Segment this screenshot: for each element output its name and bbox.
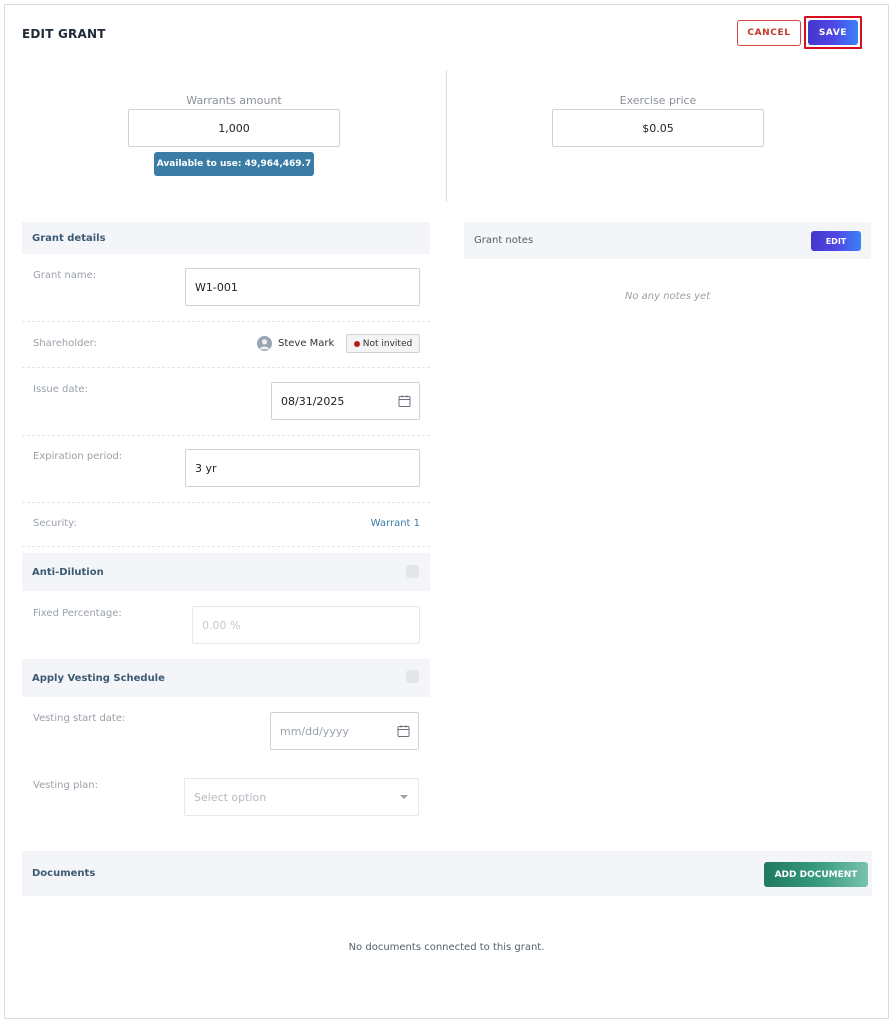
grant-details-header: Grant details (22, 222, 430, 254)
save-button[interactable]: SAVE (808, 20, 858, 45)
edit-notes-button[interactable]: EDIT (811, 231, 861, 251)
status-badge: Not invited (346, 334, 420, 353)
anti-dilution-header: Anti-Dilution (22, 553, 430, 591)
avatar (257, 336, 272, 351)
exercise-price-input[interactable]: $0.05 (552, 109, 764, 147)
issue-date-label: Issue date: (33, 384, 88, 395)
fixed-percentage-input[interactable]: 0.00 % (192, 606, 420, 644)
calendar-icon[interactable] (398, 395, 411, 408)
row-separator (22, 546, 430, 547)
row-separator (22, 502, 430, 503)
issue-date-input[interactable]: 08/31/2025 (271, 382, 420, 420)
shareholder-name: Steve Mark (278, 338, 335, 349)
notes-empty-message: No any notes yet (624, 291, 711, 302)
vesting-plan-label: Vesting plan: (33, 780, 98, 791)
expiration-period-label: Expiration period: (33, 451, 123, 462)
top-divider (446, 70, 447, 202)
row-separator (22, 435, 430, 436)
row-separator (22, 367, 430, 368)
calendar-icon[interactable] (397, 725, 410, 738)
cancel-button[interactable]: CANCEL (737, 20, 801, 46)
vesting-plan-placeholder: Select option (194, 790, 267, 804)
fixed-percentage-label: Fixed Percentage: (33, 608, 122, 619)
documents-header: Documents (22, 851, 872, 896)
shareholder-label: Shareholder: (33, 338, 97, 349)
chevron-down-icon (400, 795, 408, 799)
user-icon (259, 339, 270, 350)
status-dot-icon (353, 340, 360, 347)
page-title: EDIT GRANT (22, 27, 106, 41)
grant-notes-header: Grant notes (464, 222, 871, 259)
row-separator (22, 321, 430, 322)
expiration-period-input[interactable]: 3 yr (185, 449, 420, 487)
grant-name-input[interactable]: W1-001 (185, 268, 420, 306)
exercise-price-label: Exercise price (619, 94, 697, 107)
vesting-start-date-placeholder: mm/dd/yyyy (280, 724, 349, 738)
vesting-schedule-header: Apply Vesting Schedule (22, 659, 430, 697)
documents-empty-message: No documents connected to this grant. (348, 942, 545, 953)
vesting-schedule-checkbox[interactable] (406, 670, 419, 683)
vesting-start-date-input[interactable]: mm/dd/yyyy (270, 712, 419, 750)
vesting-plan-select[interactable]: Select option (184, 778, 419, 816)
grant-name-label: Grant name: (33, 270, 97, 281)
vesting-start-date-label: Vesting start date: (33, 713, 126, 724)
security-label: Security: (33, 518, 77, 529)
available-to-use-badge: Available to use: 49,964,469.7 (154, 152, 314, 176)
warrants-amount-input[interactable]: 1,000 (128, 109, 340, 147)
status-badge-text: Not invited (362, 338, 413, 349)
anti-dilution-checkbox[interactable] (406, 565, 419, 578)
issue-date-value: 08/31/2025 (281, 394, 345, 408)
warrants-amount-label: Warrants amount (186, 94, 282, 107)
security-link[interactable]: Warrant 1 (371, 518, 420, 529)
add-document-button[interactable]: ADD DOCUMENT (764, 862, 868, 887)
